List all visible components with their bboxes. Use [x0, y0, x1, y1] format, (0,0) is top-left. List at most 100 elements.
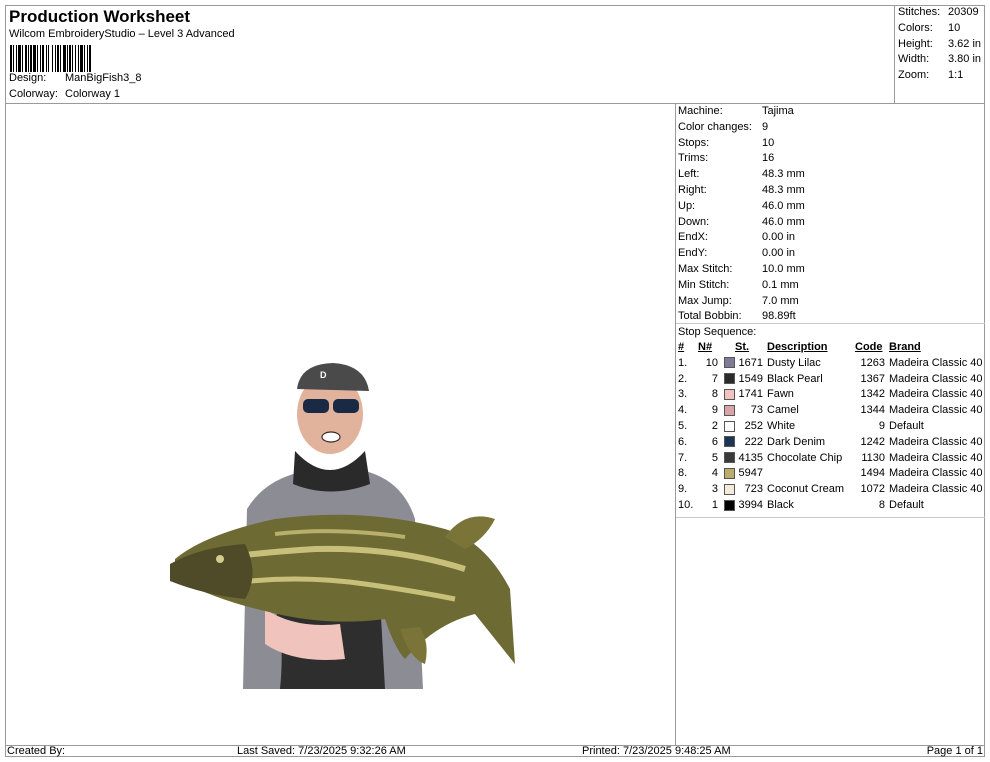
- machine-info-list: Machine: Tajima Color changes: 9 Stops: 10 Tri…: [676, 104, 985, 325]
- header-stitches: St.: [735, 341, 750, 353]
- table-row: 5. 2 252 White 9 Default: [678, 419, 983, 435]
- page-title: Production Worksheet: [9, 7, 191, 26]
- info-label: Total Bobbin:: [678, 310, 742, 323]
- row-swatch: [720, 419, 735, 435]
- info-label: Max Jump:: [678, 294, 732, 307]
- table-row: 9. 3 723 Coconut Cream 1072 Madeira Classic 4…: [678, 482, 983, 498]
- color-swatch: [724, 357, 735, 369]
- row-code: 8: [878, 498, 885, 511]
- info-row: Machine: Tajima: [676, 104, 985, 120]
- info-label: Down:: [678, 215, 710, 228]
- row-description: White: [767, 419, 796, 432]
- row-stitches: 1671: [738, 356, 763, 369]
- info-label: EndY:: [678, 247, 708, 260]
- info-value: 46.0 mm: [762, 199, 805, 212]
- row-brand: Madeira Classic 40: [889, 451, 983, 464]
- header-index: #: [678, 341, 685, 353]
- row-index: 6.: [678, 435, 688, 448]
- row-swatch: [720, 466, 735, 482]
- info-row: Up: 46.0 mm: [676, 199, 985, 215]
- info-label: Max Stitch:: [678, 262, 733, 275]
- stop-sequence-label: Stop Sequence:: [678, 326, 757, 338]
- summary-label: Zoom:: [898, 69, 930, 81]
- row-description: [763, 466, 855, 482]
- row-description: Camel: [767, 404, 799, 417]
- colorway-label: Colorway:: [9, 88, 58, 100]
- sunglasses-right: [333, 399, 359, 413]
- empty-panel-area: [676, 517, 985, 745]
- table-row: 4. 9 73 Camel 1344 Madeira Classic 40: [678, 403, 983, 419]
- info-row: Max Jump: 7.0 mm: [676, 294, 985, 310]
- row-swatch: [720, 403, 735, 419]
- row-needle: 10: [705, 356, 718, 369]
- row-stitches: 723: [744, 483, 763, 496]
- worksheet-header: Production Worksheet Wilcom EmbroiderySt…: [5, 5, 895, 104]
- row-needle: 1: [711, 498, 718, 511]
- row-code: 1342: [860, 388, 885, 401]
- info-value: 10.0 mm: [762, 262, 805, 275]
- color-swatch: [724, 436, 735, 448]
- row-brand: Madeira Classic 40: [889, 388, 983, 401]
- color-swatch: [724, 420, 735, 432]
- row-stitches: 222: [744, 435, 763, 448]
- row-code: 1072: [860, 483, 885, 496]
- summary-colors: Colors: 10: [898, 22, 960, 34]
- table-row: 1. 10 1671 Dusty Lilac 1263 Madeira Classic 4…: [678, 356, 983, 372]
- summary-value: 20309: [948, 6, 979, 18]
- summary-value: 3.80 in: [948, 53, 982, 65]
- row-swatch: [720, 435, 735, 451]
- table-header-row: # N# St. Description Code Brand: [678, 340, 983, 356]
- embroidery-design-image: D: [170, 363, 515, 689]
- design-value: ManBigFish3_8: [65, 72, 142, 84]
- row-brand: Madeira Classic 40: [889, 404, 983, 417]
- color-swatch: [724, 404, 735, 416]
- row-description: Chocolate Chip: [767, 451, 843, 464]
- design-label: Design:: [9, 72, 47, 84]
- row-index: 4.: [678, 404, 688, 417]
- summary-label: Width:: [898, 53, 930, 65]
- row-needle: 7: [711, 372, 718, 385]
- colorway-row: Colorway: Colorway 1: [9, 88, 120, 100]
- row-swatch: [720, 498, 735, 514]
- info-row: Min Stitch: 0.1 mm: [676, 278, 985, 294]
- colorway-value: Colorway 1: [65, 88, 121, 100]
- info-label: Min Stitch:: [678, 278, 730, 291]
- row-code: 1130: [861, 451, 885, 464]
- machine-info-panel: Machine: Tajima Color changes: 9 Stops: 10 Tri…: [676, 104, 985, 324]
- cap-shape: [297, 363, 369, 391]
- info-label: Up:: [678, 199, 696, 212]
- barcode-bar: [91, 45, 92, 72]
- row-code: 1263: [860, 356, 885, 369]
- row-needle: 6: [711, 435, 718, 448]
- info-value: 16: [762, 152, 775, 165]
- summary-label: Colors:: [898, 22, 933, 34]
- row-description: Dark Denim: [767, 435, 826, 448]
- row-brand: Madeira Classic 40: [889, 483, 983, 496]
- row-needle: 2: [711, 419, 718, 432]
- row-brand: Default: [889, 419, 924, 432]
- info-row: Left: 48.3 mm: [676, 167, 985, 183]
- info-row: Color changes: 9: [676, 120, 985, 136]
- color-swatch: [724, 373, 735, 385]
- info-row: Total Bobbin: 98.89ft: [676, 309, 985, 325]
- row-swatch: [720, 451, 735, 467]
- row-stitches: 1549: [738, 372, 763, 385]
- table-row: 3. 8 1741 Fawn 1342 Madeira Classic 40: [678, 387, 983, 403]
- summary-zoom: Zoom: 1:1: [898, 69, 963, 81]
- row-code: 1344: [860, 404, 885, 417]
- row-stitches: 252: [744, 419, 763, 432]
- info-value: 48.3 mm: [762, 168, 805, 181]
- table-row: 10. 1 3994 Black 8 Default: [678, 498, 983, 514]
- row-brand: Madeira Classic 40: [889, 435, 983, 448]
- info-value: 0.00 in: [762, 247, 796, 260]
- row-stitches: 73: [750, 404, 763, 417]
- table-row: 8. 4 5947 1494 Madeira Classic 40: [678, 466, 983, 482]
- row-stitches: 5947: [738, 467, 763, 480]
- row-needle: 5: [711, 451, 718, 464]
- row-description: Dusty Lilac: [767, 356, 821, 369]
- fish-eye: [216, 555, 224, 563]
- sunglasses-left: [303, 399, 329, 413]
- info-value: Tajima: [762, 105, 794, 117]
- row-index: 2.: [678, 372, 688, 385]
- row-index: 10.: [678, 498, 694, 511]
